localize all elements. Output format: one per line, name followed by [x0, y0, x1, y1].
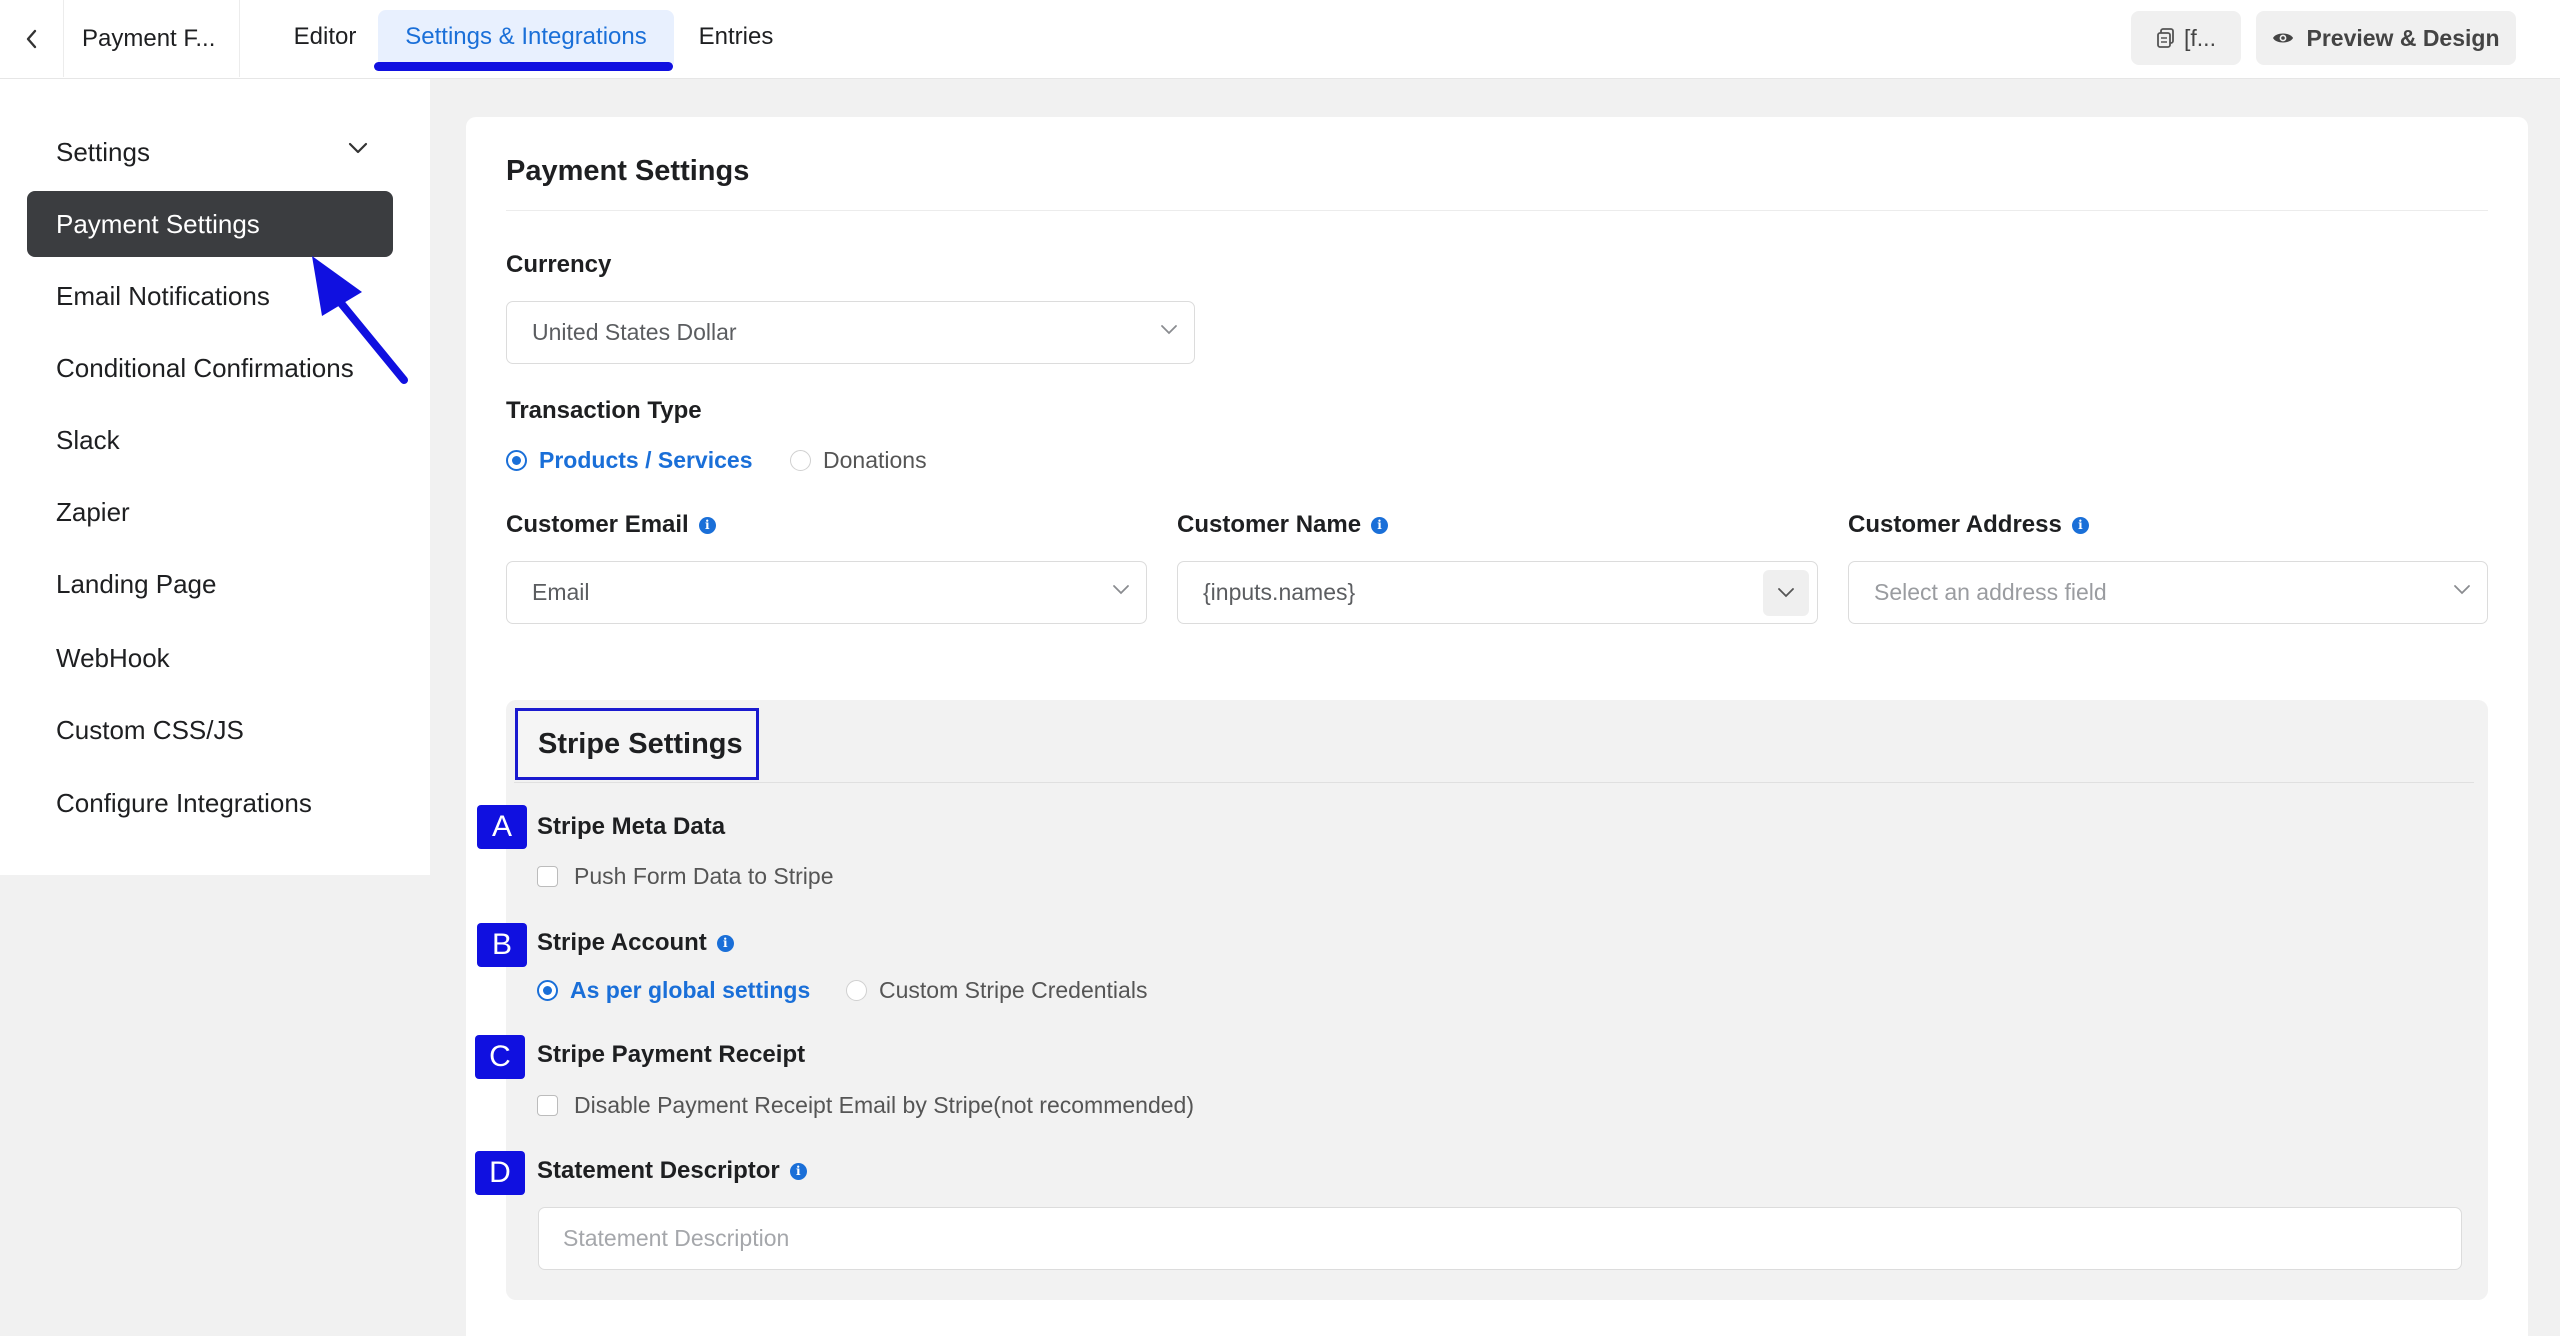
- sidebar-item-label: Email Notifications: [56, 280, 270, 311]
- radio-checked-icon: [537, 980, 558, 1001]
- sidebar-item-label: Zapier: [56, 496, 130, 527]
- info-icon[interactable]: i: [1371, 516, 1389, 534]
- statement-descriptor-input[interactable]: [538, 1207, 2462, 1270]
- annotation-badge-a: A: [477, 805, 527, 849]
- info-icon[interactable]: i: [698, 516, 716, 534]
- statement-descriptor-label: Statement Descriptor i: [537, 1157, 807, 1185]
- radio-custom-stripe-credentials[interactable]: Custom Stripe Credentials: [846, 977, 1147, 1004]
- preview-label: Preview & Design: [2306, 24, 2500, 51]
- radio-checked-icon: [506, 450, 527, 471]
- sidebar-item-custom-css-js[interactable]: Custom CSS/JS: [27, 697, 393, 763]
- customer-address-label-text: Customer Address: [1848, 511, 2062, 538]
- title-divider: [506, 210, 2488, 211]
- stripe-meta-data-label-text: Stripe Meta Data: [537, 813, 726, 840]
- radio-label: Products / Services: [539, 447, 753, 473]
- sidebar-item-configure-integrations[interactable]: Configure Integrations: [27, 770, 393, 836]
- customer-address-select[interactable]: Select an address field: [1848, 561, 2488, 624]
- stripe-account-label-text: Stripe Account: [537, 929, 707, 956]
- info-icon[interactable]: i: [2071, 516, 2089, 534]
- page-title: Payment Settings: [506, 155, 750, 187]
- customer-name-select[interactable]: {inputs.names}: [1177, 561, 1818, 624]
- settings-sidebar: Settings Payment Settings Email Notifica…: [0, 79, 430, 875]
- sidebar-item-slack[interactable]: Slack: [27, 407, 393, 473]
- sidebar-item-landing-page[interactable]: Landing Page: [27, 551, 393, 617]
- chevron-down-icon: [348, 142, 368, 154]
- sidebar-item-label: Custom CSS/JS: [56, 714, 244, 745]
- transaction-type-label: Transaction Type: [506, 397, 702, 425]
- customer-name-value: {inputs.names}: [1203, 579, 1356, 605]
- customer-email-value: Email: [532, 579, 590, 605]
- currency-label-text: Currency: [506, 251, 612, 278]
- customer-email-label-text: Customer Email: [506, 511, 689, 538]
- radio-unchecked-icon: [790, 450, 811, 471]
- customer-name-label: Customer Name i: [1177, 511, 1389, 539]
- statement-descriptor-label-text: Statement Descriptor: [537, 1157, 780, 1184]
- annotation-badge-c: C: [475, 1035, 525, 1079]
- chevron-down-icon: [1763, 570, 1809, 616]
- annotation-badge-d: D: [475, 1151, 525, 1195]
- sidebar-item-label: Landing Page: [56, 568, 217, 599]
- stripe-meta-data-label: Stripe Meta Data: [537, 813, 725, 841]
- checkbox-label: Push Form Data to Stripe: [574, 863, 834, 889]
- shortcode-label: [f...: [2184, 24, 2216, 51]
- stripe-account-label: Stripe Account i: [537, 929, 734, 957]
- eye-icon: [2273, 33, 2294, 43]
- currency-label: Currency: [506, 251, 611, 279]
- radio-label: Donations: [823, 447, 927, 473]
- form-name[interactable]: Payment F...: [64, 0, 240, 77]
- push-form-data-checkbox[interactable]: Push Form Data to Stripe: [537, 863, 834, 890]
- chevron-down-icon: [1113, 585, 1129, 595]
- sidebar-item-label: Payment Settings: [56, 208, 260, 239]
- radio-global-settings[interactable]: As per global settings: [537, 977, 810, 1004]
- info-icon[interactable]: i: [716, 934, 734, 952]
- radio-label: As per global settings: [570, 977, 811, 1003]
- sidebar-item-settings[interactable]: Settings: [27, 119, 393, 185]
- tab-editor[interactable]: Editor: [272, 10, 378, 64]
- checkbox-icon: [537, 866, 558, 887]
- customer-email-select[interactable]: Email: [506, 561, 1147, 624]
- shortcode-button[interactable]: [f...: [2131, 11, 2241, 65]
- chevron-left-icon: [26, 29, 36, 48]
- back-button[interactable]: [0, 0, 64, 77]
- customer-address-label: Customer Address i: [1848, 511, 2089, 539]
- stripe-settings-title: Stripe Settings: [515, 708, 759, 780]
- sidebar-item-label: WebHook: [56, 642, 170, 673]
- chevron-down-icon: [1161, 325, 1177, 335]
- annotation-arrow-icon: [312, 256, 408, 384]
- currency-value: United States Dollar: [532, 319, 737, 345]
- radio-donations[interactable]: Donations: [790, 447, 927, 474]
- stripe-payment-receipt-label: Stripe Payment Receipt: [537, 1041, 805, 1069]
- checkbox-label: Disable Payment Receipt Email by Stripe(…: [574, 1092, 1194, 1118]
- stripe-payment-receipt-label-text: Stripe Payment Receipt: [537, 1041, 806, 1068]
- disable-receipt-checkbox[interactable]: Disable Payment Receipt Email by Stripe(…: [537, 1092, 1194, 1119]
- tab-entries[interactable]: Entries: [682, 10, 790, 64]
- tab-settings-integrations[interactable]: Settings & Integrations: [378, 10, 674, 64]
- customer-name-label-text: Customer Name: [1177, 511, 1362, 538]
- preview-design-button[interactable]: Preview & Design: [2256, 11, 2516, 65]
- sidebar-item-zapier[interactable]: Zapier: [27, 479, 393, 545]
- top-bar: Payment F... Editor Settings & Integrati…: [0, 0, 2560, 79]
- tab-highlight-underline: [374, 62, 673, 71]
- radio-products-services[interactable]: Products / Services: [506, 447, 753, 474]
- radio-label: Custom Stripe Credentials: [879, 977, 1148, 1003]
- sidebar-item-label: Settings: [56, 136, 150, 167]
- radio-unchecked-icon: [846, 980, 867, 1001]
- payment-settings-card: Payment Settings Currency United States …: [466, 117, 2528, 1336]
- chevron-down-icon: [2454, 585, 2470, 595]
- sidebar-item-label: Slack: [56, 424, 120, 455]
- customer-email-label: Customer Email i: [506, 511, 716, 539]
- stripe-divider: [514, 782, 2474, 783]
- sidebar-item-label: Configure Integrations: [56, 787, 312, 818]
- annotation-badge-b: B: [477, 923, 527, 967]
- sidebar-item-payment-settings[interactable]: Payment Settings: [27, 191, 393, 257]
- sidebar-item-webhook[interactable]: WebHook: [27, 625, 393, 691]
- info-icon[interactable]: i: [789, 1162, 807, 1180]
- currency-select[interactable]: United States Dollar: [506, 301, 1195, 364]
- customer-address-placeholder: Select an address field: [1874, 579, 2107, 605]
- transaction-type-label-text: Transaction Type: [506, 397, 702, 424]
- copy-icon: [2157, 28, 2174, 48]
- checkbox-icon: [537, 1095, 558, 1116]
